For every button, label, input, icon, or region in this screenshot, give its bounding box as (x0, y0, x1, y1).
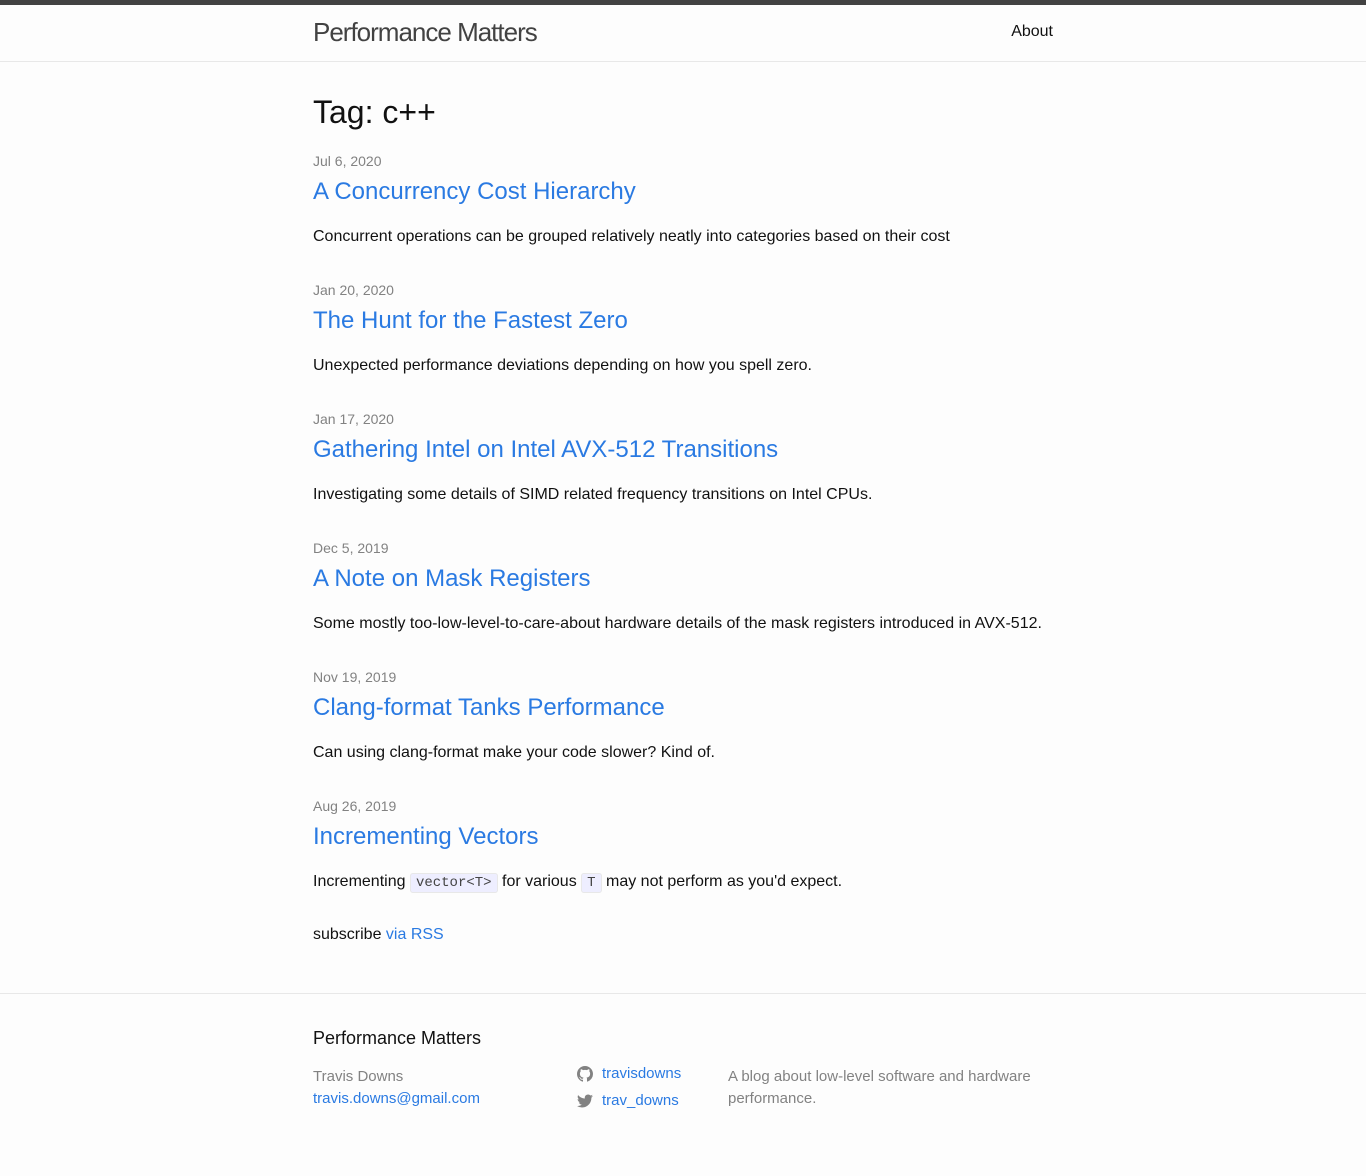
subscribe-line: subscribe via RSS (313, 924, 444, 946)
footer-heading: Performance Matters (313, 1028, 482, 1048)
footer-description: A blog about low-level software and hard… (728, 1068, 1031, 1107)
post-title-link[interactable]: A Note on Mask Registers (313, 564, 1053, 594)
post-excerpt: Incrementing vector<T> for various T may… (313, 871, 1053, 894)
post-excerpt: Unexpected performance deviations depend… (313, 357, 812, 374)
excerpt-text: Incrementing (313, 873, 410, 890)
post-item: Jan 17, 2020 Gathering Intel on Intel AV… (313, 409, 1053, 506)
post-title-link[interactable]: Gathering Intel on Intel AVX-512 Transit… (313, 435, 1053, 465)
site-footer: Performance Matters Travis Downs travis.… (0, 993, 1366, 1176)
twitter-row: trav_downs (577, 1087, 717, 1114)
post-excerpt: Investigating some details of SIMD relat… (313, 486, 873, 503)
footer-contact: Travis Downs travis.downs@gmail.com (313, 1066, 553, 1110)
post-item: Dec 5, 2019 A Note on Mask Registers Som… (313, 538, 1053, 635)
footer-author: Travis Downs (313, 1068, 404, 1085)
inline-code: T (581, 873, 602, 893)
inline-code: vector<T> (409, 873, 498, 893)
footer-email-link[interactable]: travis.downs@gmail.com (313, 1090, 480, 1107)
post-date: Aug 26, 2019 (313, 798, 397, 814)
footer-social: travisdowns trav_downs (577, 1060, 717, 1114)
post-date: Dec 5, 2019 (313, 540, 389, 556)
github-icon (577, 1065, 593, 1082)
post-excerpt: Some mostly too-low-level-to-care-about … (313, 615, 1042, 632)
page-title: Tag: c++ (313, 94, 436, 130)
twitter-link[interactable]: trav_downs (602, 1090, 679, 1112)
post-title-link[interactable]: A Concurrency Cost Hierarchy (313, 177, 1053, 207)
post-date: Jul 6, 2020 (313, 153, 382, 169)
rss-link[interactable]: via RSS (386, 926, 444, 943)
post-item: Jul 6, 2020 A Concurrency Cost Hierarchy… (313, 151, 1053, 248)
post-item: Jan 20, 2020 The Hunt for the Fastest Ze… (313, 280, 1053, 377)
post-date: Jan 20, 2020 (313, 282, 394, 298)
post-date: Nov 19, 2019 (313, 669, 397, 685)
post-item: Aug 26, 2019 Incrementing Vectors Increm… (313, 796, 1053, 894)
github-row: travisdowns (577, 1060, 717, 1087)
post-excerpt: Concurrent operations can be grouped rel… (313, 228, 950, 245)
twitter-icon (577, 1094, 593, 1107)
subscribe-label: subscribe (313, 926, 386, 943)
nav-about-link[interactable]: About (1011, 21, 1053, 43)
excerpt-text: may not perform as you'd expect. (601, 873, 843, 890)
post-title-link[interactable]: The Hunt for the Fastest Zero (313, 306, 1053, 336)
post-title-link[interactable]: Incrementing Vectors (313, 822, 1053, 852)
post-excerpt: Can using clang-format make your code sl… (313, 744, 715, 761)
site-title-link[interactable]: Performance Matters (313, 16, 538, 48)
post-item: Nov 19, 2019 Clang-format Tanks Performa… (313, 667, 1053, 764)
github-link[interactable]: travisdowns (602, 1063, 681, 1085)
site-header: Performance Matters About (0, 5, 1366, 62)
excerpt-text: for various (497, 873, 582, 890)
post-date: Jan 17, 2020 (313, 411, 394, 427)
post-title-link[interactable]: Clang-format Tanks Performance (313, 693, 1053, 723)
